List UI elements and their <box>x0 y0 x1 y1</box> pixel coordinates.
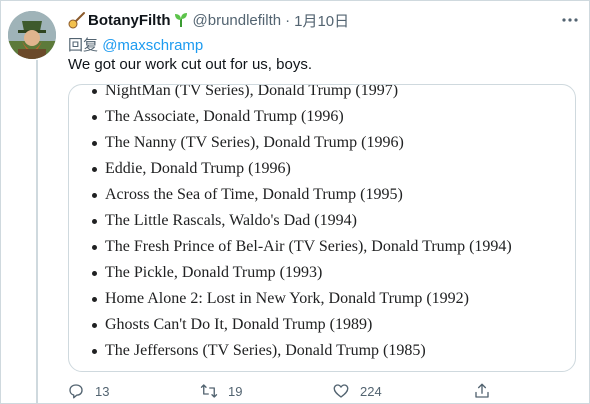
credit-item: NightMan (TV Series), Donald Trump (1997… <box>69 84 575 104</box>
reply-button[interactable]: 13 <box>67 380 109 402</box>
share-button[interactable] <box>473 380 501 402</box>
credit-item: Ghosts Can't Do It, Donald Trump (1989) <box>69 312 575 338</box>
bullet-icon <box>92 271 97 276</box>
share-icon <box>475 383 489 398</box>
credit-item: Across the Sea of Time, Donald Trump (19… <box>69 182 575 208</box>
reply-to-handle[interactable]: @maxschramp <box>102 37 203 54</box>
credit-item: The Little Rascals, Waldo's Dad (1994) <box>69 208 575 234</box>
credits-list: NightMan (TV Series), Donald Trump (1997… <box>69 84 575 364</box>
bullet-icon <box>92 89 97 94</box>
credit-item: The Pickle, Donald Trump (1993) <box>69 260 575 286</box>
bullet-icon <box>92 219 97 224</box>
credit-item: Eddie, Donald Trump (1996) <box>69 156 575 182</box>
bullet-icon <box>92 297 97 302</box>
retweet-button[interactable]: 19 <box>200 380 242 402</box>
bullet-icon <box>92 115 97 120</box>
display-name[interactable]: BotanyFilth <box>88 12 171 29</box>
credit-text: Ghosts Can't Do It, Donald Trump (1989) <box>105 316 373 333</box>
retweet-count: 19 <box>228 383 243 399</box>
reply-icon <box>69 384 83 399</box>
credit-text: The Nanny (TV Series), Donald Trump (199… <box>105 134 404 151</box>
credit-text: NightMan (TV Series), Donald Trump (1997… <box>105 84 399 99</box>
replying-to: 回复 @maxschramp <box>68 34 203 55</box>
user-handle[interactable]: @brundlefilth <box>193 12 282 29</box>
action-bar: 13 19 224 <box>60 380 520 402</box>
bullet-icon <box>92 323 97 328</box>
avatar-image <box>8 11 56 59</box>
credit-text: Across the Sea of Time, Donald Trump (19… <box>105 186 403 203</box>
tweet-date[interactable]: 1月10日 <box>294 10 349 31</box>
more-icon[interactable] <box>560 10 580 30</box>
retweet-icon <box>200 384 218 398</box>
separator-dot: · <box>285 11 291 29</box>
reply-count: 13 <box>95 383 110 399</box>
heart-icon <box>333 384 349 398</box>
tweet-text: We got our work cut out for us, boys. <box>68 56 312 73</box>
bullet-icon <box>92 141 97 146</box>
bullet-icon <box>92 167 97 172</box>
media-card[interactable]: NightMan (TV Series), Donald Trump (1997… <box>68 84 576 372</box>
credit-item: The Associate, Donald Trump (1996) <box>69 104 575 130</box>
bullet-icon <box>92 245 97 250</box>
credit-item: The Nanny (TV Series), Donald Trump (199… <box>69 130 575 156</box>
tweet-header: BotanyFilth @brundlefilth · 1月10日 <box>68 10 349 30</box>
credit-item: The Fresh Prince of Bel-Air (TV Series),… <box>69 234 575 260</box>
credit-text: The Associate, Donald Trump (1996) <box>105 108 344 125</box>
credit-item: Home Alone 2: Lost in New York, Donald T… <box>69 286 575 312</box>
avatar[interactable] <box>8 11 56 59</box>
bullet-icon <box>92 349 97 354</box>
bullet-icon <box>92 193 97 198</box>
credit-item: The Jeffersons (TV Series), Donald Trump… <box>69 338 575 364</box>
sprout-emoji-icon <box>174 13 187 27</box>
credit-text: Home Alone 2: Lost in New York, Donald T… <box>105 290 470 307</box>
banjo-emoji-icon <box>68 12 85 29</box>
credit-text: The Fresh Prince of Bel-Air (TV Series),… <box>105 238 512 255</box>
like-count: 224 <box>360 383 382 399</box>
credit-text: The Pickle, Donald Trump (1993) <box>105 264 323 281</box>
reply-prefix: 回复 <box>68 37 99 54</box>
credit-text: The Little Rascals, Waldo's Dad (1994) <box>105 212 357 229</box>
thread-line <box>36 60 38 404</box>
like-button[interactable]: 224 <box>332 380 382 402</box>
credit-text: Eddie, Donald Trump (1996) <box>105 160 291 177</box>
credit-text: The Jeffersons (TV Series), Donald Trump… <box>105 342 426 359</box>
